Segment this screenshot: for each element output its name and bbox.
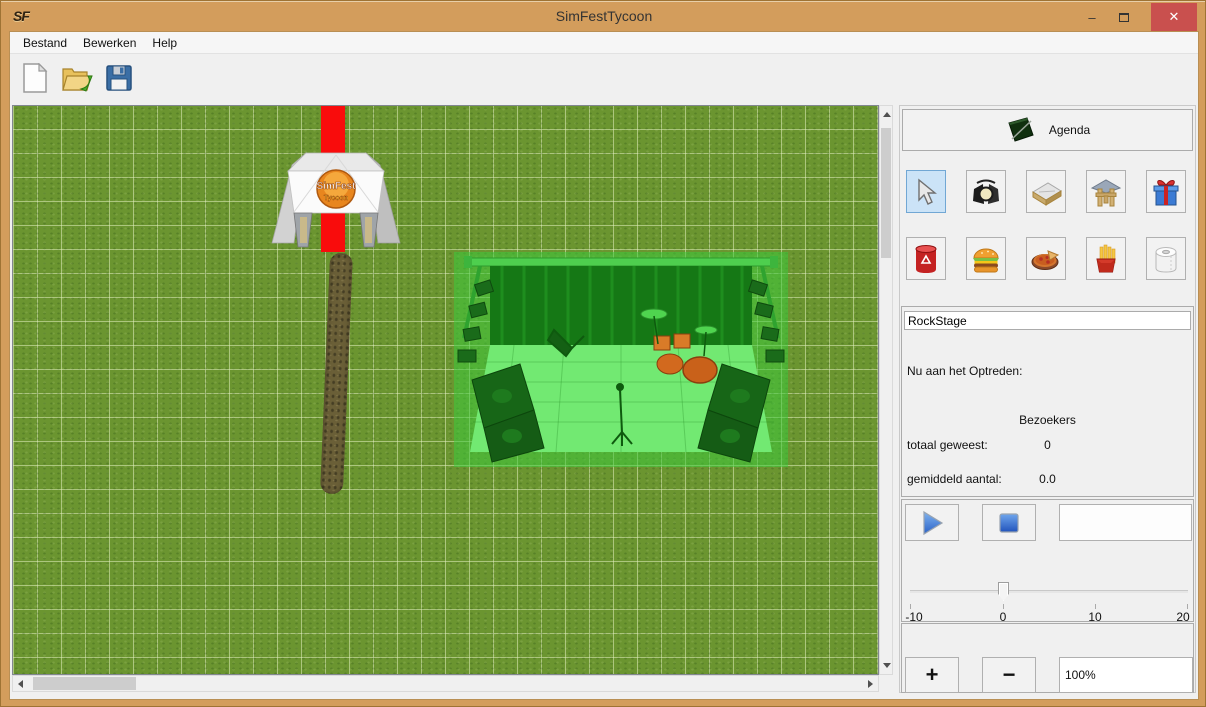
- vertical-scrollbar[interactable]: [879, 105, 893, 675]
- scroll-down-icon[interactable]: [883, 663, 891, 668]
- fries-icon: [1092, 244, 1120, 274]
- save-file-icon: [105, 64, 133, 92]
- pizza-icon: [1030, 245, 1062, 273]
- slider-tick: [910, 604, 911, 609]
- open-file-icon: [61, 63, 93, 93]
- zoom-level-display: 100%: [1059, 657, 1193, 693]
- gift-tool-button[interactable]: [1146, 170, 1186, 213]
- slider-thumb[interactable]: [998, 582, 1009, 601]
- slider-label-max: 20: [1176, 610, 1189, 624]
- tent-logo-line1: SimFest: [317, 181, 357, 192]
- zoom-out-button[interactable]: −: [982, 657, 1036, 693]
- agenda-book-icon: [1005, 117, 1035, 143]
- side-panel: Agenda: [899, 105, 1196, 693]
- pizza-stand-tool-button[interactable]: [1026, 237, 1066, 280]
- select-tool-button[interactable]: [906, 170, 946, 213]
- close-button[interactable]: ✕: [1151, 3, 1197, 31]
- client-area: Bestand Bewerken Help: [9, 31, 1199, 700]
- save-file-button[interactable]: [102, 61, 136, 95]
- scrollbar-corner: [879, 675, 893, 692]
- app-window: SF SimFestTycoon – ✕ Bestand Bewerken He…: [0, 0, 1206, 707]
- tent-logo-line2: Tycoon: [324, 195, 348, 202]
- entrance-gate-icon: [1090, 177, 1122, 207]
- window-title: SimFestTycoon: [1, 8, 1206, 24]
- play-button[interactable]: [905, 504, 959, 541]
- menu-bestand[interactable]: Bestand: [16, 34, 74, 52]
- menu-help[interactable]: Help: [145, 34, 184, 52]
- dirt-path[interactable]: [320, 253, 353, 495]
- slider-label-min: -10: [905, 610, 922, 624]
- stop-icon: [997, 511, 1021, 535]
- visitors-header: Bezoekers: [902, 413, 1193, 427]
- new-file-icon: [21, 63, 49, 93]
- road-tile-icon: [1029, 178, 1063, 206]
- total-visitors-value: 0: [902, 438, 1193, 452]
- burger-stand-tool-button[interactable]: [966, 237, 1006, 280]
- map-canvas-wrap: SimFest Tycoon: [12, 105, 893, 693]
- toilet-paper-icon: [1152, 244, 1180, 274]
- open-file-button[interactable]: [60, 61, 94, 95]
- scroll-up-icon[interactable]: [883, 112, 891, 117]
- fries-stand-tool-button[interactable]: [1086, 237, 1126, 280]
- zoom-in-button[interactable]: +: [905, 657, 959, 693]
- horizontal-scrollbar[interactable]: [12, 675, 879, 692]
- transport-section: -10 0 10 20: [901, 499, 1194, 622]
- slider-tick: [1003, 604, 1004, 609]
- titlebar[interactable]: SF SimFestTycoon – ✕: [1, 1, 1206, 31]
- map-canvas[interactable]: SimFest Tycoon: [12, 105, 879, 675]
- spotlight-tool-button[interactable]: [966, 170, 1006, 213]
- agenda-button[interactable]: Agenda: [902, 109, 1193, 151]
- menu-bewerken[interactable]: Bewerken: [76, 34, 143, 52]
- slider-track[interactable]: [910, 590, 1188, 593]
- trash-bin-tool-button[interactable]: [906, 237, 946, 280]
- cursor-icon: [913, 178, 939, 206]
- gate-tool-button[interactable]: [1086, 170, 1126, 213]
- transport-display: [1059, 504, 1192, 541]
- vertical-scroll-thumb[interactable]: [881, 128, 891, 258]
- scroll-right-icon[interactable]: [868, 680, 873, 688]
- stop-button[interactable]: [982, 504, 1036, 541]
- spotlight-icon: [971, 177, 1001, 207]
- gift-icon: [1151, 177, 1181, 207]
- slider-tick: [1095, 604, 1096, 609]
- zoom-section: + − 100%: [901, 623, 1194, 693]
- slider-label-ten: 10: [1088, 610, 1101, 624]
- toilet-tool-button[interactable]: [1146, 237, 1186, 280]
- stage-info-section: Nu aan het Optreden: Bezoekers totaal ge…: [901, 306, 1194, 497]
- now-performing-label: Nu aan het Optreden:: [907, 364, 1022, 378]
- slider-tick: [1187, 604, 1188, 609]
- maximize-button[interactable]: [1109, 3, 1139, 31]
- speed-slider[interactable]: -10 0 10 20: [910, 582, 1188, 622]
- burger-icon: [971, 245, 1001, 273]
- road-tool-button[interactable]: [1026, 170, 1066, 213]
- toolbar: [10, 54, 1198, 101]
- horizontal-scroll-thumb[interactable]: [33, 677, 136, 690]
- trash-bin-icon: [912, 244, 940, 274]
- play-icon: [919, 510, 945, 536]
- stage-selected[interactable]: [454, 252, 788, 467]
- scroll-left-icon[interactable]: [18, 680, 23, 688]
- slider-label-zero: 0: [1000, 610, 1007, 624]
- maximize-icon: [1119, 13, 1129, 22]
- average-visitors-value: 0.0: [902, 472, 1193, 486]
- agenda-label: Agenda: [1049, 123, 1090, 137]
- entrance-tent[interactable]: SimFest Tycoon: [264, 131, 408, 249]
- new-file-button[interactable]: [18, 61, 52, 95]
- menubar: Bestand Bewerken Help: [10, 32, 1198, 54]
- minimize-button[interactable]: –: [1077, 3, 1107, 31]
- stage-name-input[interactable]: [904, 311, 1191, 330]
